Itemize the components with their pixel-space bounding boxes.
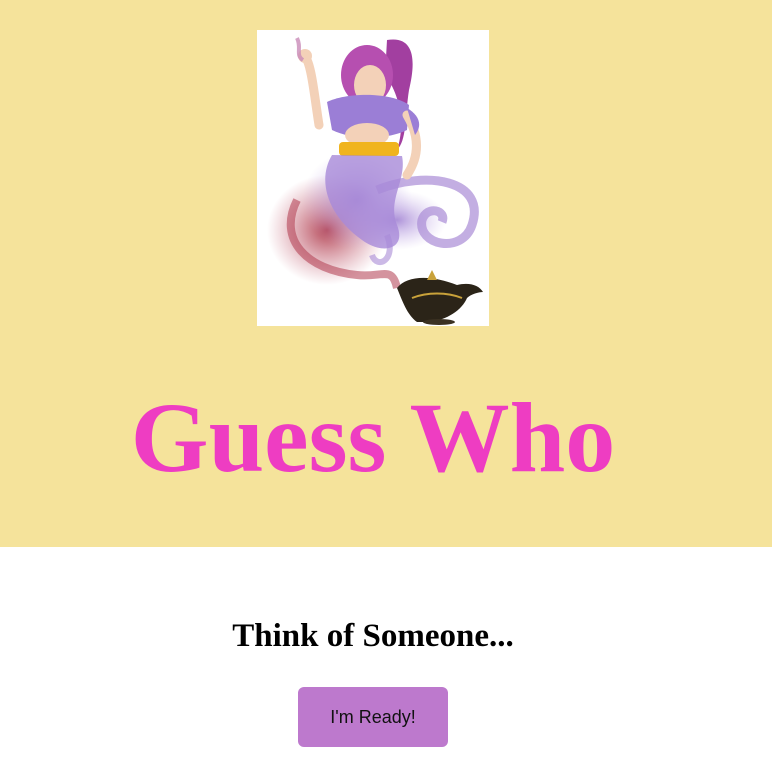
genie-illustration — [257, 30, 489, 326]
ready-button[interactable]: I'm Ready! — [298, 687, 448, 747]
hero-banner: Guess Who — [0, 0, 772, 547]
page-title: Guess Who — [130, 382, 616, 493]
prompt-heading: Think of Someone... — [232, 618, 514, 654]
genie-icon — [267, 37, 483, 325]
